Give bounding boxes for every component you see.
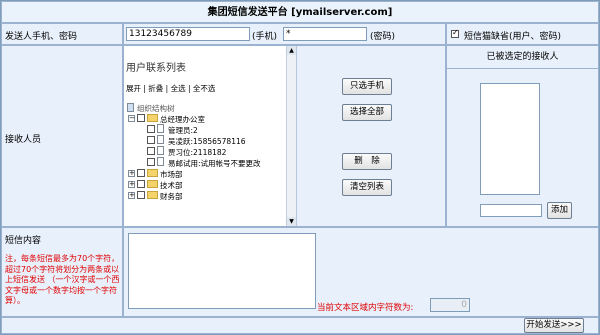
phone-unit-label: (手机) (252, 32, 278, 42)
delete-button[interactable]: 删 除 (342, 153, 392, 170)
select-none-link[interactable]: 全不选 (193, 84, 216, 93)
default-modem-label: 短信猫缺省(用户、密码) (464, 32, 562, 42)
document-icon (157, 146, 164, 155)
scroll-down-icon[interactable]: ▼ (287, 217, 296, 226)
scroll-up-icon[interactable]: ▲ (287, 46, 296, 55)
select-all-button[interactable]: 选择全部 (342, 104, 392, 121)
sender-label-cell: 发送人手机、密码 (1, 23, 123, 45)
document-icon (157, 157, 164, 166)
collapse-link[interactable]: 折叠 (148, 84, 163, 93)
content-label-cell: 短信内容 注，每条短信最多为70个字符，超过70个字符将划分为两条或以上短信发送… (1, 227, 123, 317)
dept-checkbox-1[interactable] (137, 169, 145, 177)
person-checkbox-4[interactable] (147, 158, 155, 166)
char-count-label: 当前文本区域内字符数为: (317, 303, 414, 313)
password-input[interactable] (283, 27, 367, 41)
check-icon: ✓ (452, 28, 459, 37)
page-title: 集团短信发送平台 [ymailserver.com] (1, 1, 599, 23)
office-checkbox[interactable] (137, 114, 145, 122)
office-label: 总经理办公室 (160, 115, 205, 124)
send-button[interactable]: 开始发送>>> (524, 318, 584, 333)
expand-node-icon[interactable]: + (128, 170, 135, 177)
person-checkbox-1[interactable] (147, 125, 155, 133)
phone-input[interactable] (126, 27, 250, 41)
person-label-1: 管理员:2 (168, 126, 198, 135)
default-modem-checkbox[interactable]: ✓ (451, 28, 459, 38)
dept-label-2: 技术部 (160, 181, 183, 190)
sender-input-cell: (手机) (密码) (123, 23, 446, 45)
content-label: 短信内容 (5, 236, 42, 246)
selected-title: 已被选定的接收人 (447, 46, 598, 69)
content-input-cell: 当前文本区域内字符数为: (123, 227, 599, 317)
sms-platform-window: 集团短信发送平台 [ymailserver.com] 发送人手机、密码 (手机)… (0, 0, 600, 335)
collapse-node-icon[interactable]: − (128, 115, 135, 122)
tree-root-label: 组织结构树 (137, 104, 175, 113)
default-modem-cell: ✓ 短信猫缺省(用户、密码) (446, 23, 599, 45)
folder-icon (147, 191, 158, 199)
send-row: 开始发送>>> (1, 317, 599, 334)
dept-checkbox-3[interactable] (137, 191, 145, 199)
manual-receiver-input[interactable] (480, 204, 542, 217)
password-unit-label: (密码) (370, 32, 396, 42)
receivers-label: 接收人员 (5, 135, 42, 145)
contacts-tree-panel: 用户联系列表 展开 | 折叠 | 全选 | 全不选 组织结构树 − 总经理办公室… (124, 46, 297, 226)
add-button[interactable]: 添加 (547, 202, 572, 219)
tree-root-icon (127, 103, 134, 112)
message-textarea[interactable] (128, 233, 316, 309)
selected-receivers-cell: 已被选定的接收人 添加 (446, 45, 599, 227)
person-label-2: 吴凌跃:15856578116 (168, 137, 246, 146)
contacts-cell: 用户联系列表 展开 | 折叠 | 全选 | 全不选 组织结构树 − 总经理办公室… (123, 45, 446, 227)
clear-list-button[interactable]: 清空列表 (342, 179, 392, 196)
receivers-label-cell: 接收人员 (1, 45, 123, 227)
expand-node-icon[interactable]: + (128, 192, 135, 199)
select-phone-button[interactable]: 只选手机 (342, 78, 392, 95)
folder-icon (147, 180, 158, 188)
person-label-4: 易邮试用:试用帐号不要更改 (168, 159, 261, 168)
person-checkbox-2[interactable] (147, 136, 155, 144)
select-all-link[interactable]: 全选 (171, 84, 186, 93)
dept-label-3: 财务部 (160, 192, 183, 201)
document-icon (157, 124, 164, 133)
expand-node-icon[interactable]: + (128, 181, 135, 188)
person-checkbox-3[interactable] (147, 147, 155, 155)
folder-icon (147, 169, 158, 177)
dept-label-1: 市场部 (160, 170, 183, 179)
tree-scrollbar[interactable]: ▲ ▼ (286, 46, 296, 226)
expand-link[interactable]: 展开 (126, 84, 141, 93)
folder-icon (147, 114, 158, 122)
document-icon (157, 135, 164, 144)
selected-receivers-list[interactable] (480, 83, 540, 195)
person-label-3: 贾习位:2118182 (168, 148, 227, 157)
dept-checkbox-2[interactable] (137, 180, 145, 188)
contacts-title: 用户联系列表 (126, 63, 186, 74)
sender-label: 发送人手机、密码 (5, 32, 78, 42)
tree-actions: 展开 | 折叠 | 全选 | 全不选 (126, 84, 216, 93)
content-note: 注，每条短信最多为70个字符，超过70个字符将划分为两条或以上短信发送 （一个汉… (5, 254, 120, 305)
char-count-field (430, 298, 470, 312)
